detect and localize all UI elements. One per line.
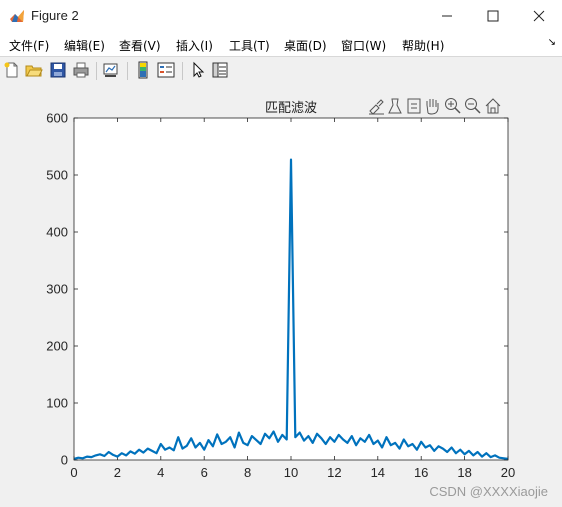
minimize-icon — [442, 15, 452, 16]
menu-tools[interactable]: 工具(T) — [229, 37, 270, 54]
title-bar: Figure 2 — [0, 0, 562, 31]
colorbar-icon[interactable] — [134, 61, 152, 79]
menu-overflow-arrow-icon[interactable]: ↘ — [548, 37, 556, 48]
window-title: Figure 2 — [31, 8, 79, 23]
maximize-icon — [487, 10, 499, 21]
menu-view[interactable]: 查看(V) — [119, 37, 161, 54]
minimize-button[interactable] — [424, 0, 470, 31]
axes-toolbar — [369, 98, 501, 115]
menu-bar: 文件(F) 编辑(E) 查看(V) 插入(I) 工具(T) 桌面(D) 窗口(W… — [0, 31, 562, 56]
maximize-button[interactable] — [470, 0, 516, 31]
legend-icon[interactable] — [157, 61, 175, 79]
rotate-icon[interactable] — [407, 98, 421, 114]
property-inspector-icon[interactable] — [211, 61, 229, 79]
zoom-out-icon[interactable] — [465, 98, 481, 114]
toolbar-separator — [96, 62, 97, 80]
menu-insert[interactable]: 插入(I) — [176, 37, 213, 54]
pan-icon[interactable] — [426, 99, 439, 115]
print-icon[interactable] — [72, 61, 90, 79]
close-icon — [533, 10, 545, 21]
menu-edit[interactable]: 编辑(E) — [64, 37, 105, 54]
figure-canvas — [0, 85, 562, 507]
open-file-icon[interactable] — [25, 61, 43, 79]
menu-help[interactable]: 帮助(H) — [402, 37, 444, 54]
pointer-icon[interactable] — [189, 61, 207, 79]
save-icon[interactable] — [49, 61, 67, 79]
figure-toolbar — [0, 56, 562, 86]
toolbar-separator — [182, 62, 183, 80]
new-figure-icon[interactable] — [3, 61, 21, 79]
menu-file[interactable]: 文件(F) — [9, 37, 49, 54]
matlab-logo-icon — [10, 10, 24, 22]
home-icon[interactable] — [485, 98, 501, 114]
watermark: CSDN @XXXXiaojie — [429, 484, 548, 499]
link-plot-icon[interactable] — [102, 61, 120, 79]
menu-window[interactable]: 窗口(W) — [341, 37, 386, 54]
zoom-in-icon[interactable] — [445, 98, 461, 114]
data-tips-icon[interactable] — [388, 98, 402, 114]
close-button[interactable] — [516, 0, 562, 31]
toolbar-separator — [127, 62, 128, 80]
brush-icon[interactable] — [369, 99, 384, 115]
menu-desktop[interactable]: 桌面(D) — [284, 37, 327, 54]
